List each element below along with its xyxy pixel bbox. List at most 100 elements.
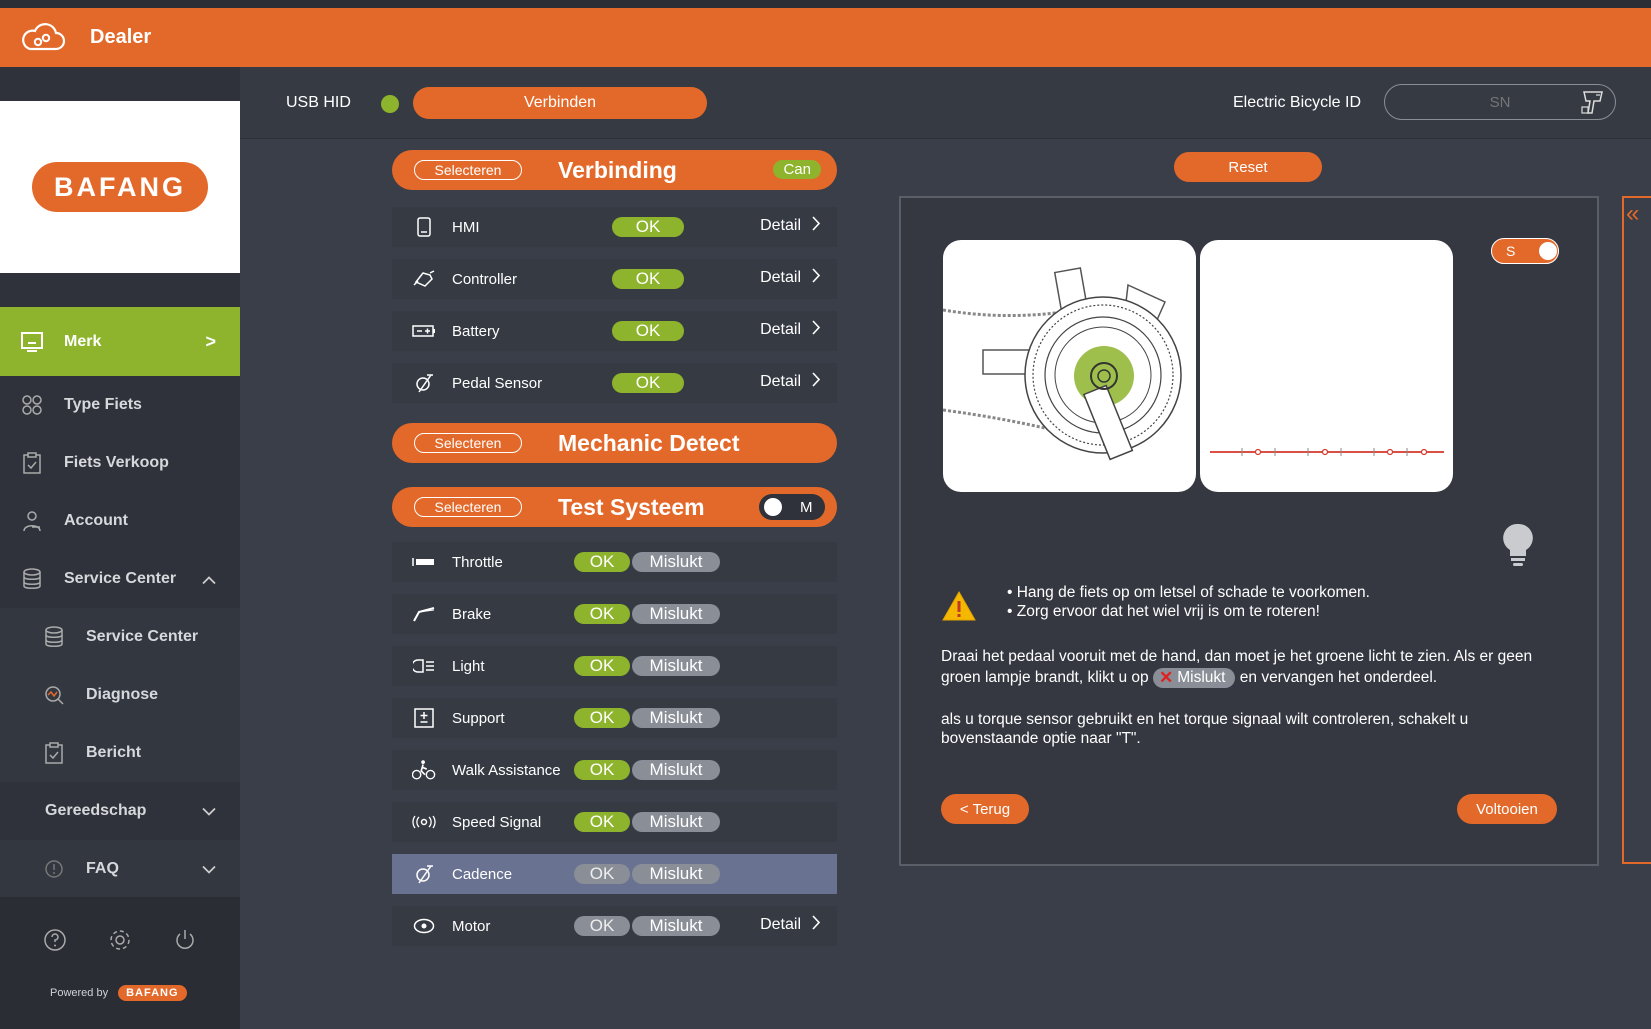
detail-link[interactable]: Detail bbox=[760, 269, 801, 287]
safety-note: Hang de fiets op om letsel of schade te … bbox=[1016, 584, 1370, 601]
status-badge: OK bbox=[612, 217, 684, 237]
detail-link[interactable]: Detail bbox=[760, 321, 801, 339]
list-item: Battery OK Detail bbox=[392, 311, 837, 351]
toggle-knob bbox=[1539, 242, 1558, 260]
fail-button[interactable]: Mislukt bbox=[632, 604, 720, 624]
chevron-up-icon bbox=[202, 569, 216, 590]
sidebar-item-gereedschap[interactable]: Gereedschap bbox=[0, 782, 240, 840]
sidebar-item-account[interactable]: Account bbox=[0, 492, 240, 550]
ok-button[interactable]: OK bbox=[574, 604, 630, 624]
complete-button[interactable]: Voltooien bbox=[1457, 794, 1557, 824]
row-name: Cadence bbox=[452, 865, 513, 883]
select-mechanic-button[interactable]: Selecteren bbox=[414, 433, 522, 453]
table-row: Support OK Mislukt bbox=[392, 698, 837, 738]
signal-mode-toggle[interactable]: S bbox=[1491, 238, 1559, 264]
fail-button[interactable]: Mislukt bbox=[632, 760, 720, 780]
status-badge: OK bbox=[612, 321, 684, 341]
sidebar-item-fiets-verkoop[interactable]: Fiets Verkoop bbox=[0, 434, 240, 492]
brand-logo-area: BAFANG bbox=[0, 101, 240, 273]
bafang-logo: BAFANG bbox=[32, 162, 208, 212]
sidebar: BAFANG Merk > Type Fiets Fiets Verkoop A… bbox=[0, 67, 240, 1029]
fail-button[interactable]: Mislukt bbox=[632, 656, 720, 676]
clipboard-icon bbox=[42, 741, 66, 765]
select-verbinding-button[interactable]: Selecteren bbox=[414, 160, 522, 180]
list-item: HMI OK Detail bbox=[392, 207, 837, 247]
help-icon[interactable] bbox=[42, 927, 68, 953]
back-button[interactable]: < Terug bbox=[941, 794, 1029, 824]
chevron-right-icon[interactable] bbox=[812, 216, 821, 236]
table-row: Motor OK Mislukt Detail bbox=[392, 906, 837, 946]
double-chevron-left-icon[interactable]: « bbox=[1626, 200, 1639, 228]
verbinding-title: Verbinding bbox=[558, 156, 677, 183]
sidebar-item-faq[interactable]: FAQ bbox=[0, 840, 240, 898]
sidebar-subitem-diagnose[interactable]: Diagnose bbox=[0, 666, 240, 724]
fail-button[interactable]: Mislukt bbox=[632, 708, 720, 728]
fail-button[interactable]: Mislukt bbox=[632, 812, 720, 832]
can-badge: Can bbox=[773, 160, 821, 179]
chevron-right-icon[interactable] bbox=[812, 915, 821, 935]
inline-fail-badge: ✕ Mislukt bbox=[1152, 667, 1236, 688]
powered-by-logo: BAFANG bbox=[118, 985, 187, 1001]
select-test-button[interactable]: Selecteren bbox=[414, 497, 522, 517]
sidebar-item-type-fiets[interactable]: Type Fiets bbox=[0, 376, 240, 434]
mechanic-detect-header: Selecteren Mechanic Detect bbox=[392, 423, 837, 463]
side-drawer: « bbox=[1622, 196, 1651, 864]
detail-link[interactable]: Detail bbox=[760, 916, 801, 934]
chevron-right-icon[interactable] bbox=[812, 268, 821, 288]
reset-button[interactable]: Reset bbox=[1174, 152, 1322, 182]
table-row-selected[interactable]: Cadence OK Mislukt bbox=[392, 854, 837, 894]
fail-button[interactable]: Mislukt bbox=[632, 916, 720, 936]
table-row: Walk Assistance OK Mislukt bbox=[392, 750, 837, 790]
fail-button[interactable]: Mislukt bbox=[632, 864, 720, 884]
monitor-icon bbox=[20, 330, 44, 354]
ok-button[interactable]: OK bbox=[574, 552, 630, 572]
crank-illustration bbox=[943, 240, 1196, 492]
mechanic-detect-title: Mechanic Detect bbox=[558, 429, 740, 456]
ok-button[interactable]: OK bbox=[574, 812, 630, 832]
table-row: Brake OK Mislukt bbox=[392, 594, 837, 634]
table-row: Speed Signal OK Mislukt bbox=[392, 802, 837, 842]
row-name: Brake bbox=[452, 605, 492, 623]
sidebar-item-label: Service Center bbox=[64, 570, 177, 587]
pedal-icon bbox=[412, 371, 436, 395]
connect-button[interactable]: Verbinden bbox=[413, 87, 707, 119]
ok-button[interactable]: OK bbox=[574, 916, 630, 936]
ok-button[interactable]: OK bbox=[574, 864, 630, 884]
detail-link[interactable]: Detail bbox=[760, 217, 801, 235]
app-title: Dealer bbox=[90, 26, 152, 48]
chevron-right-icon: > bbox=[205, 331, 216, 351]
sidebar-item-label: Account bbox=[64, 512, 128, 529]
list-item: Controller OK Detail bbox=[392, 259, 837, 299]
mode-toggle[interactable]: M bbox=[759, 494, 825, 520]
gear-icon[interactable] bbox=[107, 927, 133, 953]
fail-button[interactable]: Mislukt bbox=[632, 552, 720, 572]
chevron-right-icon[interactable] bbox=[812, 372, 821, 392]
toggle-knob bbox=[764, 498, 782, 516]
sidebar-item-service-center[interactable]: Service Center bbox=[0, 550, 240, 608]
torque-instruction: als u torque sensor gebruikt en het torq… bbox=[941, 711, 1469, 747]
sidebar-subitem-bericht[interactable]: Bericht bbox=[0, 724, 240, 782]
chevron-right-icon[interactable] bbox=[812, 320, 821, 340]
ok-button[interactable]: OK bbox=[574, 656, 630, 676]
cloud-logo-icon bbox=[22, 22, 66, 50]
safety-notes: • Hang de fiets op om letsel of schade t… bbox=[1007, 584, 1370, 620]
test-systeem-header: Selecteren Test Systeem M bbox=[392, 487, 837, 527]
verbinding-header: Selecteren Verbinding Can bbox=[392, 150, 837, 190]
signal-graph bbox=[1200, 240, 1453, 492]
sidebar-nav: Merk > Type Fiets Fiets Verkoop Account … bbox=[0, 307, 240, 898]
row-name: Speed Signal bbox=[452, 813, 542, 831]
sidebar-item-label: Fiets Verkoop bbox=[64, 454, 169, 471]
barcode-scanner-icon[interactable] bbox=[1580, 89, 1608, 115]
row-name: Throttle bbox=[452, 553, 503, 571]
ok-button[interactable]: OK bbox=[574, 708, 630, 728]
power-icon[interactable] bbox=[172, 927, 198, 953]
sidebar-item-label: Bericht bbox=[86, 744, 142, 761]
sidebar-item-merk[interactable]: Merk > bbox=[0, 307, 240, 376]
status-badge: OK bbox=[612, 269, 684, 289]
ok-button[interactable]: OK bbox=[574, 760, 630, 780]
chevron-down-icon bbox=[202, 801, 216, 822]
sidebar-item-label: Type Fiets bbox=[64, 396, 142, 413]
detail-link[interactable]: Detail bbox=[760, 373, 801, 391]
cadence-icon bbox=[412, 862, 436, 886]
sidebar-subitem-service-center[interactable]: Service Center bbox=[0, 608, 240, 666]
